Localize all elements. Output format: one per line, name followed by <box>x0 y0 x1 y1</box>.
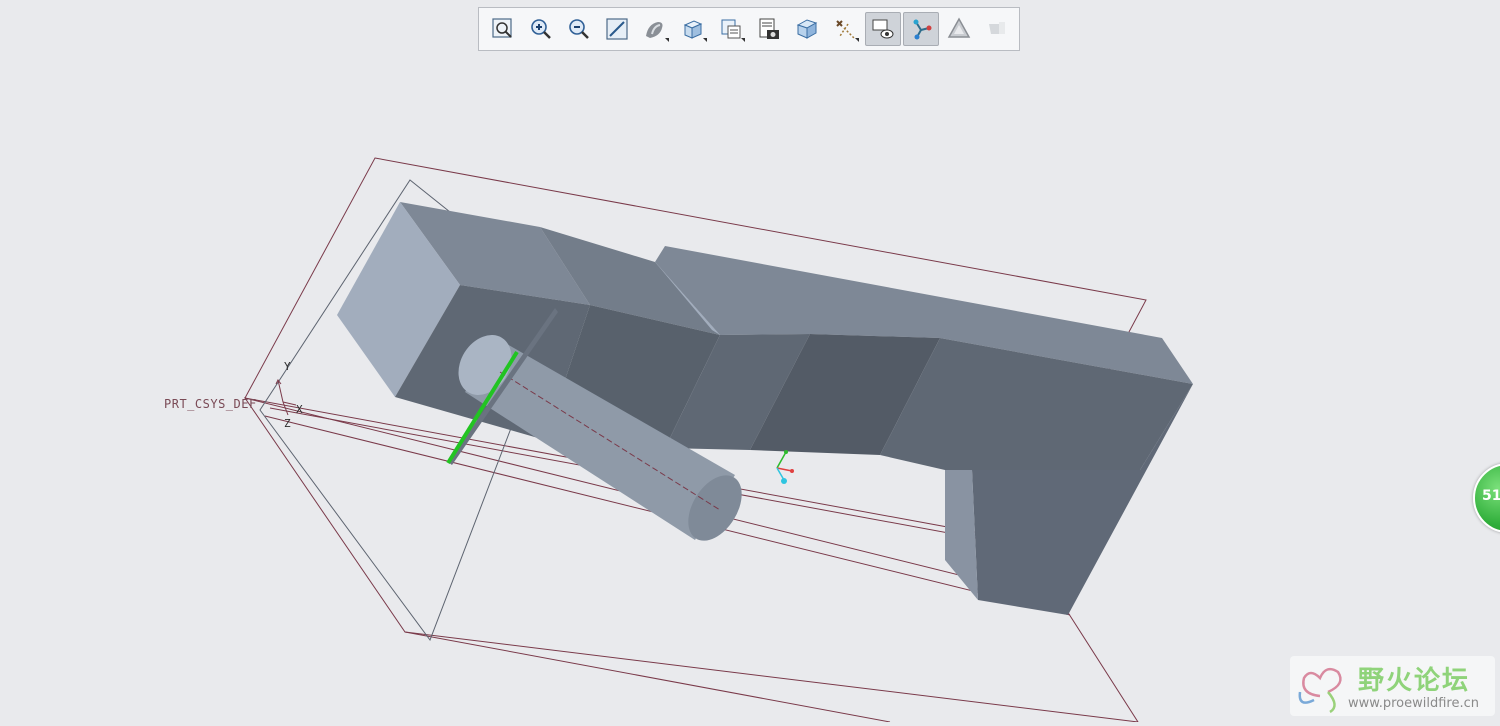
badge-count: 51 <box>1482 488 1500 504</box>
spin-center-triad <box>776 450 794 484</box>
zoom-in-button[interactable] <box>523 12 559 46</box>
annotation-display-button[interactable] <box>865 12 901 46</box>
annotation-eye-icon <box>872 19 894 39</box>
repaint-button[interactable] <box>599 12 635 46</box>
section-icon <box>989 22 1005 34</box>
saved-orientations-button[interactable] <box>675 12 711 46</box>
named-views-button[interactable] <box>713 12 749 46</box>
csys-label: PRT_CSYS_DEF <box>164 397 257 411</box>
repaint-icon <box>606 18 628 40</box>
perspective-view-button[interactable] <box>789 12 825 46</box>
graphics-window[interactable]: PRT_CSYS_DEF Y X Z <box>0 0 1500 723</box>
zoom-in-icon <box>531 19 551 39</box>
perspective-cube-icon <box>796 19 818 39</box>
section-button[interactable] <box>979 12 1015 46</box>
graphics-toolbar <box>478 7 1020 51</box>
axis-x-label: X <box>296 403 303 416</box>
refit-button[interactable] <box>485 12 521 46</box>
zoom-out-icon <box>569 19 589 39</box>
spin-center-button[interactable] <box>903 12 939 46</box>
warning-triangle-icon <box>947 17 971 38</box>
axis-y-label: Y <box>284 360 291 373</box>
layer-camera-icon <box>759 18 779 39</box>
refit-icon <box>492 18 512 38</box>
watermark: 野火论坛 www.proewildfire.cn <box>1290 656 1495 716</box>
forum-logo-icon <box>1298 667 1342 714</box>
spin-center-icon <box>913 19 932 40</box>
display-style-button[interactable] <box>637 12 673 46</box>
model-view[interactable] <box>0 0 1500 723</box>
zoom-out-button[interactable] <box>561 12 597 46</box>
datum-display-button[interactable] <box>827 12 863 46</box>
part-model[interactable] <box>337 202 1193 615</box>
appearance-button[interactable] <box>941 12 977 46</box>
axis-z-label: Z <box>284 417 291 430</box>
view-manager-button[interactable] <box>751 12 787 46</box>
watermark-title: 野火论坛 <box>1358 666 1471 696</box>
watermark-url: www.proewildfire.cn <box>1348 696 1479 711</box>
